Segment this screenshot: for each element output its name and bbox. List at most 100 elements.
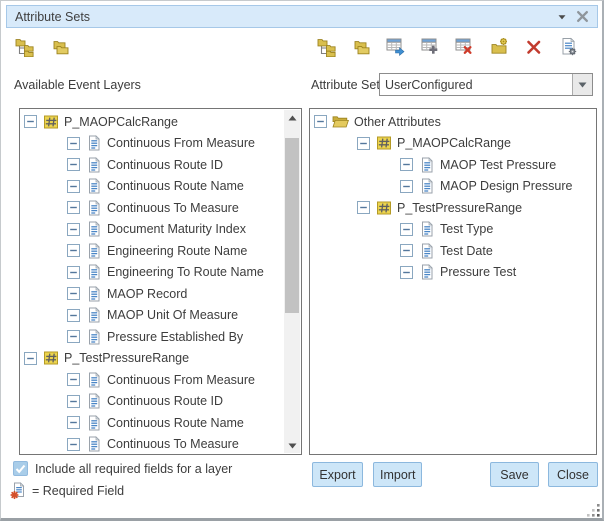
tree-item-label[interactable]: Continuous Route Name (107, 416, 244, 430)
field-icon (85, 157, 102, 173)
collapse-toggle-icon[interactable] (67, 373, 80, 386)
event-table-icon (42, 350, 59, 366)
tree-item-label[interactable]: Continuous To Measure (107, 437, 239, 451)
collapse-toggle-icon[interactable] (400, 158, 413, 171)
collapse-toggle-icon[interactable] (357, 201, 370, 214)
event-table-icon (375, 200, 392, 216)
tree-row: P_TestPressureRange (20, 348, 284, 370)
tree-item-label[interactable]: Continuous From Measure (107, 373, 255, 387)
tree-item-label[interactable]: Test Date (440, 244, 493, 258)
field-icon (85, 286, 102, 302)
collapse-toggle-icon[interactable] (67, 266, 80, 279)
tree-item-label[interactable]: Engineering To Route Name (107, 265, 264, 279)
include-required-fields-row: Include all required fields for a layer (13, 461, 232, 476)
tree-row: Document Maturity Index (20, 219, 284, 241)
collapse-toggle-icon[interactable] (400, 244, 413, 257)
open-folders-icon[interactable] (352, 37, 372, 57)
attribute-set-label: Attribute Set: (311, 78, 383, 92)
scroll-up-icon[interactable] (284, 110, 300, 125)
field-icon (85, 243, 102, 259)
attribute-set-properties-icon[interactable] (559, 37, 579, 57)
tree-item-label[interactable]: P_TestPressureRange (64, 351, 189, 365)
attribute-sets-dialog: Attribute Sets Available Event Layers At… (0, 0, 604, 521)
collapse-toggle-icon[interactable] (24, 115, 37, 128)
collapse-toggle-icon[interactable] (67, 158, 80, 171)
tree-row: Continuous Route ID (20, 391, 284, 413)
vertical-scrollbar[interactable] (284, 110, 300, 453)
collapse-toggle-icon[interactable] (400, 223, 413, 236)
export-button[interactable]: Export (312, 462, 363, 487)
collapse-toggle-icon[interactable] (314, 115, 327, 128)
collapse-toggle-icon[interactable] (67, 330, 80, 343)
tree-item-label[interactable]: Engineering Route Name (107, 244, 247, 258)
close-icon[interactable] (576, 10, 589, 23)
collapse-toggle-icon[interactable] (67, 416, 80, 429)
tree-item-label[interactable]: Continuous Route Name (107, 179, 244, 193)
collapse-toggle-icon[interactable] (67, 438, 80, 451)
field-icon (85, 436, 102, 452)
collapse-toggle-icon[interactable] (67, 395, 80, 408)
tree-item-label[interactable]: Continuous Route ID (107, 158, 223, 172)
tree-item-label[interactable]: MAOP Unit Of Measure (107, 308, 238, 322)
tree-item-label[interactable]: MAOP Design Pressure (440, 179, 572, 193)
delete-icon[interactable] (524, 37, 544, 57)
tree-row: MAOP Unit Of Measure (20, 305, 284, 327)
close-button[interactable]: Close (548, 462, 598, 487)
field-icon (418, 264, 435, 280)
resize-grip-icon[interactable] (587, 504, 601, 518)
field-icon (85, 221, 102, 237)
collapse-toggle-icon[interactable] (400, 180, 413, 193)
field-icon (418, 243, 435, 259)
tree-item-label[interactable]: Pressure Established By (107, 330, 243, 344)
tree-row: Continuous Route Name (20, 412, 284, 434)
save-button[interactable]: Save (490, 462, 539, 487)
collapse-toggle-icon[interactable] (67, 201, 80, 214)
collapse-toggle-icon[interactable] (67, 180, 80, 193)
include-required-fields-label: Include all required fields for a layer (35, 462, 232, 476)
tree-item-label[interactable]: P_TestPressureRange (397, 201, 522, 215)
collapse-toggle-icon[interactable] (24, 352, 37, 365)
available-event-layers-tree: P_MAOPCalcRange Continuous From Measure Co… (20, 111, 284, 454)
collapse-toggle-icon[interactable] (357, 137, 370, 150)
required-field-legend: = Required Field (10, 482, 124, 500)
tree-row: Continuous From Measure (20, 133, 284, 155)
tree-item-label[interactable]: Continuous Route ID (107, 394, 223, 408)
tree-item-label[interactable]: P_MAOPCalcRange (397, 136, 511, 150)
tree-item-label[interactable]: MAOP Record (107, 287, 187, 301)
collapse-toggle-icon[interactable] (400, 266, 413, 279)
tree-row: Pressure Established By (20, 326, 284, 348)
tree-item-label[interactable]: Pressure Test (440, 265, 516, 279)
available-event-layers-tree-panel: P_MAOPCalcRange Continuous From Measure Co… (19, 108, 302, 455)
add-event-layer-icon[interactable] (15, 37, 35, 57)
add-event-layer-icon[interactable] (317, 37, 337, 57)
scrollbar-thumb[interactable] (285, 138, 299, 313)
caret-down-icon[interactable] (557, 12, 567, 22)
tree-row: Test Date (310, 240, 596, 262)
tree-item-label[interactable]: Continuous From Measure (107, 136, 255, 150)
tree-item-label[interactable]: Test Type (440, 222, 493, 236)
add-table-icon[interactable] (421, 37, 441, 57)
required-field-icon (10, 482, 27, 500)
field-icon (85, 393, 102, 409)
new-attribute-set-icon[interactable] (490, 37, 510, 57)
import-button[interactable]: Import (373, 462, 422, 487)
attribute-set-dropdown[interactable]: UserConfigured (379, 73, 593, 96)
include-required-fields-checkbox[interactable] (13, 461, 28, 476)
dropdown-arrow-icon[interactable] (572, 74, 592, 95)
tree-item-label[interactable]: Other Attributes (354, 115, 441, 129)
remove-table-icon[interactable] (455, 37, 475, 57)
collapse-toggle-icon[interactable] (67, 223, 80, 236)
tree-item-label[interactable]: Document Maturity Index (107, 222, 246, 236)
field-icon (85, 415, 102, 431)
field-icon (85, 264, 102, 280)
scroll-down-icon[interactable] (284, 438, 300, 453)
tree-item-label[interactable]: Continuous To Measure (107, 201, 239, 215)
collapse-toggle-icon[interactable] (67, 244, 80, 257)
collapse-toggle-icon[interactable] (67, 137, 80, 150)
collapse-toggle-icon[interactable] (67, 309, 80, 322)
export-table-icon[interactable] (386, 37, 406, 57)
tree-item-label[interactable]: MAOP Test Pressure (440, 158, 556, 172)
tree-item-label[interactable]: P_MAOPCalcRange (64, 115, 178, 129)
collapse-toggle-icon[interactable] (67, 287, 80, 300)
open-folders-icon[interactable] (51, 37, 71, 57)
